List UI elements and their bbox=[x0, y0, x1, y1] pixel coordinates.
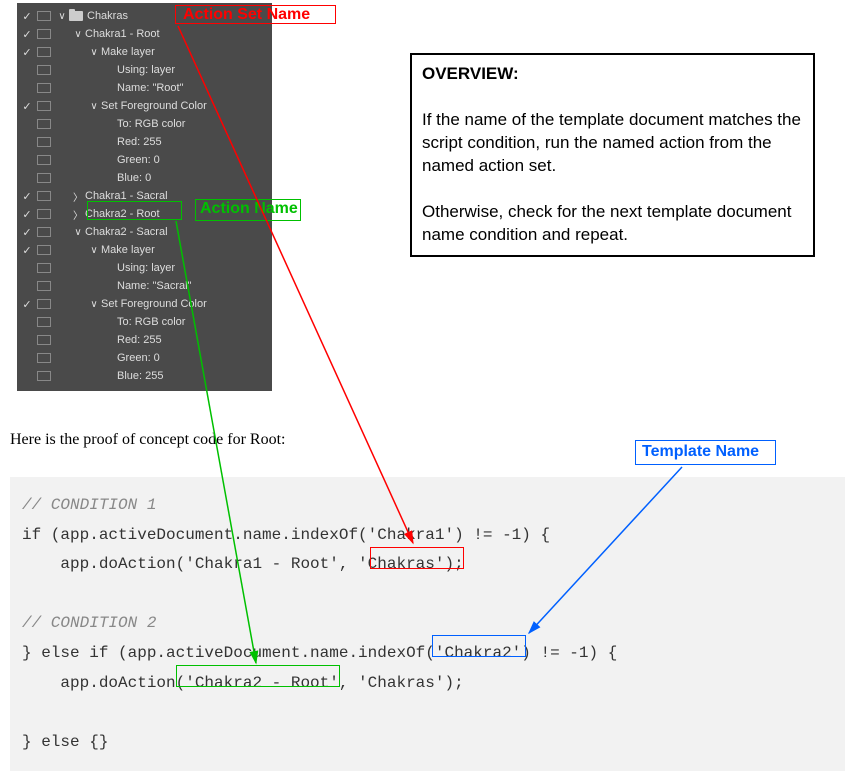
action-row[interactable]: Name: "Sacral" bbox=[17, 277, 272, 295]
action-row[interactable]: Name: "Root" bbox=[17, 79, 272, 97]
dialog-toggle-box[interactable] bbox=[37, 119, 51, 129]
overview-paragraph-2: Otherwise, check for the next template d… bbox=[422, 201, 803, 247]
action-row-label: Using: layer bbox=[117, 64, 175, 76]
dialog-toggle-box[interactable] bbox=[37, 65, 51, 75]
dialog-toggle-box[interactable] bbox=[37, 335, 51, 345]
action-name-highlight-panel bbox=[87, 201, 182, 220]
chakra2-indexof-highlight bbox=[432, 635, 526, 657]
chevron-icon[interactable]: ∨ bbox=[71, 227, 85, 238]
dialog-toggle-box[interactable] bbox=[37, 299, 51, 309]
action-row-label: To: RGB color bbox=[117, 316, 185, 328]
code-line-1: if (app.activeDocument.name.indexOf('Cha… bbox=[22, 526, 550, 544]
chevron-icon[interactable]: 〉 bbox=[71, 207, 85, 222]
chevron-icon[interactable]: ∨ bbox=[87, 299, 101, 310]
chevron-icon[interactable]: ∨ bbox=[87, 245, 101, 256]
action-row-label: Blue: 255 bbox=[117, 370, 163, 382]
code-blank bbox=[22, 585, 32, 603]
action-row[interactable]: Red: 255 bbox=[17, 133, 272, 151]
dialog-toggle-box[interactable] bbox=[37, 101, 51, 111]
dialog-toggle-box[interactable] bbox=[37, 209, 51, 219]
folder-icon bbox=[69, 11, 83, 21]
chevron-icon[interactable]: ∨ bbox=[55, 11, 69, 22]
dialog-toggle-box[interactable] bbox=[37, 155, 51, 165]
overview-box: OVERVIEW: If the name of the template do… bbox=[410, 53, 815, 257]
action-row-label: Green: 0 bbox=[117, 352, 160, 364]
dialog-toggle-box[interactable] bbox=[37, 137, 51, 147]
dialog-toggle-box[interactable] bbox=[37, 371, 51, 381]
action-row[interactable]: ✓ ∨Chakra2 - Sacral bbox=[17, 223, 272, 241]
chevron-icon[interactable]: ∨ bbox=[71, 29, 85, 40]
action-row-label: Red: 255 bbox=[117, 334, 162, 346]
code-comment-2: // CONDITION 2 bbox=[22, 614, 156, 632]
chakras-string-highlight bbox=[370, 547, 464, 569]
code-block: // CONDITION 1 if (app.activeDocument.na… bbox=[10, 477, 845, 771]
dialog-toggle-box[interactable] bbox=[37, 281, 51, 291]
dialog-toggle-box[interactable] bbox=[37, 263, 51, 273]
overview-title: OVERVIEW: bbox=[422, 63, 803, 86]
action-row-label: Make layer bbox=[101, 244, 155, 256]
actions-panel: ✓∨Chakras✓∨Chakra1 - Root✓∨Make layerUsi… bbox=[17, 3, 272, 391]
dialog-toggle-box[interactable] bbox=[37, 353, 51, 363]
action-row-label: Make layer bbox=[101, 46, 155, 58]
dialog-toggle-box[interactable] bbox=[37, 227, 51, 237]
action-row[interactable]: Green: 0 bbox=[17, 349, 272, 367]
check-icon: ✓ bbox=[17, 10, 37, 23]
dialog-toggle-box[interactable] bbox=[37, 173, 51, 183]
chevron-icon[interactable]: ∨ bbox=[87, 101, 101, 112]
check-icon: ✓ bbox=[17, 100, 37, 113]
action-row[interactable]: Blue: 0 bbox=[17, 169, 272, 187]
action-row-label: Green: 0 bbox=[117, 154, 160, 166]
action-row[interactable]: Blue: 255 bbox=[17, 367, 272, 385]
action-row-label: Chakras bbox=[87, 10, 128, 22]
code-line-3: } else if (app.activeDocument.name.index… bbox=[22, 644, 617, 662]
check-icon: ✓ bbox=[17, 208, 37, 221]
action-row-label: Using: layer bbox=[117, 262, 175, 274]
dialog-toggle-box[interactable] bbox=[37, 191, 51, 201]
action-row-label: Name: "Root" bbox=[117, 82, 184, 94]
action-row-label: Chakra2 - Sacral bbox=[85, 226, 168, 238]
action-set-name-label: Action Set Name bbox=[183, 6, 310, 24]
action-row[interactable]: Using: layer bbox=[17, 61, 272, 79]
action-row-label: Blue: 0 bbox=[117, 172, 151, 184]
dialog-toggle-box[interactable] bbox=[37, 317, 51, 327]
code-line-5: } else {} bbox=[22, 733, 108, 751]
template-name-label: Template Name bbox=[642, 443, 759, 461]
action-row[interactable]: Using: layer bbox=[17, 259, 272, 277]
chevron-icon[interactable]: 〉 bbox=[71, 189, 85, 204]
code-blank2 bbox=[22, 703, 32, 721]
overview-paragraph-1: If the name of the template document mat… bbox=[422, 109, 803, 178]
action-row[interactable]: Red: 255 bbox=[17, 331, 272, 349]
check-icon: ✓ bbox=[17, 298, 37, 311]
action-row-label: Chakra1 - Root bbox=[85, 28, 160, 40]
action-row[interactable]: To: RGB color bbox=[17, 115, 272, 133]
action-row-label: Set Foreground Color bbox=[101, 298, 207, 310]
action-row[interactable]: ✓ ∨Set Foreground Color bbox=[17, 97, 272, 115]
dialog-toggle-box[interactable] bbox=[37, 47, 51, 57]
action-name-label: Action Name bbox=[200, 200, 298, 218]
check-icon: ✓ bbox=[17, 190, 37, 203]
check-icon: ✓ bbox=[17, 244, 37, 257]
chevron-icon[interactable]: ∨ bbox=[87, 47, 101, 58]
action-row[interactable]: ✓ ∨Make layer bbox=[17, 241, 272, 259]
action-row-label: Name: "Sacral" bbox=[117, 280, 191, 292]
chakra2-root-string-highlight bbox=[176, 665, 340, 687]
check-icon: ✓ bbox=[17, 226, 37, 239]
dialog-toggle-box[interactable] bbox=[37, 29, 51, 39]
check-icon: ✓ bbox=[17, 46, 37, 59]
action-row-label: To: RGB color bbox=[117, 118, 185, 130]
action-row[interactable]: ✓ ∨Make layer bbox=[17, 43, 272, 61]
check-icon: ✓ bbox=[17, 28, 37, 41]
action-row[interactable]: Green: 0 bbox=[17, 151, 272, 169]
action-row[interactable]: To: RGB color bbox=[17, 313, 272, 331]
action-row[interactable]: ✓ ∨Set Foreground Color bbox=[17, 295, 272, 313]
action-row[interactable]: ✓ ∨Chakra1 - Root bbox=[17, 25, 272, 43]
dialog-toggle-box[interactable] bbox=[37, 245, 51, 255]
action-row-label: Red: 255 bbox=[117, 136, 162, 148]
code-comment-1: // CONDITION 1 bbox=[22, 496, 156, 514]
dialog-toggle-box[interactable] bbox=[37, 83, 51, 93]
dialog-toggle-box[interactable] bbox=[37, 11, 51, 21]
body-text: Here is the proof of concept code for Ro… bbox=[10, 431, 285, 449]
action-row-label: Set Foreground Color bbox=[101, 100, 207, 112]
